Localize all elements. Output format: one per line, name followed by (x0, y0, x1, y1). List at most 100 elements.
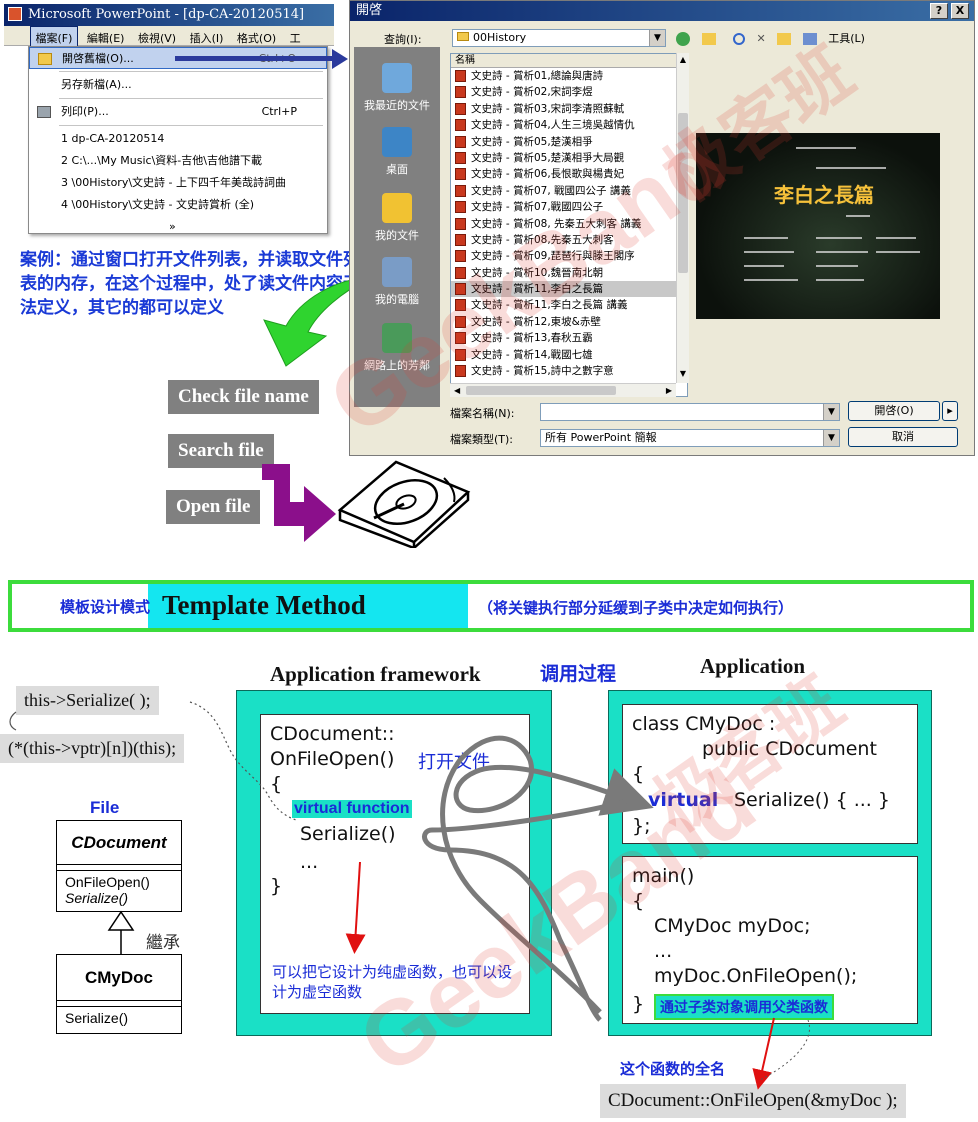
recent-file-label: 2 C:\...\My Music\資料-吉他\吉他譜下載 (61, 154, 262, 167)
menu-item-print-label: 列印(P)... (61, 105, 109, 118)
file-list-item[interactable]: 文史詩 - 賞析08,先秦五大刺客 (451, 232, 687, 248)
file-list-item[interactable]: 文史詩 - 賞析08, 先秦五大刺客 講義 (451, 216, 687, 232)
preview-text-line (816, 279, 864, 281)
filetype-select[interactable]: 所有 PowerPoint 簡報 ▼ (540, 429, 840, 447)
preview-text-line (876, 251, 920, 253)
scroll-left-icon[interactable]: ◀ (454, 386, 460, 395)
file-list-item[interactable]: 文史詩 - 賞析15,詩中之數字意 (451, 363, 687, 379)
powerpoint-title-bar: Microsoft PowerPoint - [dp-CA-20120514] (4, 4, 334, 26)
menu-separator (59, 125, 323, 126)
file-list-item[interactable]: 文史詩 - 賞析13,春秋五霸 (451, 330, 687, 346)
menu-item-recent-1[interactable]: 1 dp-CA-20120514 (29, 128, 327, 150)
printer-icon (37, 106, 51, 118)
search-web-icon[interactable] (733, 33, 745, 45)
close-button[interactable]: X (951, 3, 969, 19)
up-folder-icon[interactable] (701, 33, 716, 45)
new-folder-icon[interactable] (777, 33, 792, 45)
file-list-item[interactable]: 文史詩 - 賞析07,戰國四公子 (451, 199, 687, 215)
file-list-item[interactable]: 文史詩 - 賞析05,楚漢相爭大局觀 (451, 150, 687, 166)
file-list-item[interactable]: 文史詩 - 賞析10,魏晉南北朝 (451, 265, 687, 281)
tools-menu[interactable]: 工具(L) (828, 32, 865, 45)
file-list-item[interactable]: 文史詩 - 賞析01,總論與唐詩 (451, 68, 687, 84)
scroll-thumb[interactable] (678, 113, 688, 273)
delete-icon[interactable]: ✕ (757, 32, 766, 45)
preview-text-line (876, 237, 916, 239)
pointer-arrow-shaft (175, 56, 335, 61)
call-flow-overlay (9, 701, 810, 1090)
places-bar: 我最近的文件 桌面 我的文件 我的電腦 網路上的芳鄰 (354, 47, 440, 407)
help-button[interactable]: ? (930, 3, 948, 19)
cancel-button[interactable]: 取消 (848, 427, 958, 447)
place-label: 我最近的文件 (364, 99, 430, 112)
file-list-item[interactable]: 文史詩 - 賞析11,李白之長篇 講義 (451, 297, 687, 313)
powerpoint-file-icon (455, 119, 466, 132)
file-list-item[interactable]: 文史詩 - 賞析04,人生三境吳越情仇 (451, 117, 687, 133)
menu-item-print[interactable]: 列印(P)... Ctrl+P (29, 101, 327, 123)
menu-view[interactable]: 檢視(V) (133, 27, 181, 46)
red-arrow-framework (345, 861, 366, 954)
scroll-up-icon[interactable]: ▲ (678, 55, 688, 65)
preview-text-line (744, 251, 794, 253)
preview-text-line (744, 279, 798, 281)
file-name-label: 文史詩 - 賞析07, 戰國四公子 講義 (471, 184, 631, 197)
powerpoint-file-icon (455, 299, 466, 312)
banner-pattern-label: 模板设计模式 (60, 598, 151, 616)
menu-item-recent-3[interactable]: 3 \00History\文史詩 - 上下四千年美哉詩詞曲 (29, 172, 327, 194)
column-header-name[interactable]: 名稱 (451, 54, 687, 68)
powerpoint-file-icon (455, 135, 466, 148)
back-icon[interactable] (676, 32, 690, 46)
horizontal-scrollbar[interactable]: ◀ ▶ (450, 383, 676, 397)
place-label: 桌面 (386, 163, 408, 176)
file-list-item[interactable]: 文史詩 - 賞析05,楚漢相爭 (451, 134, 687, 150)
place-my-documents[interactable]: 我的文件 (354, 193, 440, 243)
place-recent[interactable]: 我最近的文件 (354, 63, 440, 113)
views-icon[interactable] (802, 33, 817, 45)
banner-title: Template Method (162, 590, 366, 620)
place-desktop[interactable]: 桌面 (354, 127, 440, 177)
open-button[interactable]: 開啓(O) (848, 401, 940, 421)
banner-description: （将关键执行部分延缓到子类中决定如何执行） (478, 599, 794, 617)
dotted-connector (189, 701, 297, 821)
chevron-down-icon: » (169, 220, 176, 233)
menu-tools[interactable]: 工 (285, 27, 306, 46)
filename-input[interactable]: ▼ (540, 403, 840, 421)
scroll-down-icon[interactable]: ▼ (678, 369, 688, 379)
file-list-item[interactable]: 文史詩 - 賞析09,琵琶行與滕王閣序 (451, 248, 687, 264)
file-list-item[interactable]: 文史詩 - 賞析02,宋詞李煜 (451, 84, 687, 100)
place-my-computer[interactable]: 我的電腦 (354, 257, 440, 307)
menu-edit[interactable]: 編輯(E) (82, 27, 130, 46)
menu-item-save-as[interactable]: 另存新檔(A)... (29, 74, 327, 96)
dialog-title: 開啓 (350, 1, 974, 21)
menu-item-recent-2[interactable]: 2 C:\...\My Music\資料-吉他\吉他譜下載 (29, 150, 327, 172)
file-list-item[interactable]: 文史詩 - 賞析03,宋詞李清照蘇軾 (451, 101, 687, 117)
file-list-item[interactable]: 文史詩 - 賞析14,戰國七雄 (451, 347, 687, 363)
file-name-label: 文史詩 - 賞析08,先秦五大刺客 (471, 233, 614, 246)
vertical-scrollbar[interactable]: ▲ ▼ (676, 53, 689, 383)
file-list-item[interactable]: 文史詩 - 賞析11,李白之長篇 (451, 281, 687, 298)
lookin-combo[interactable]: 00History ▼ (452, 29, 666, 47)
menu-format[interactable]: 格式(O) (232, 27, 281, 46)
file-name-label: 文史詩 - 賞析05,楚漢相爭大局觀 (471, 151, 625, 164)
file-name-label: 文史詩 - 賞析11,李白之長篇 講義 (471, 299, 628, 312)
menu-item-recent-4[interactable]: 4 \00History\文史詩 - 文史詩賞析 (全) (29, 194, 327, 216)
hscroll-thumb[interactable] (466, 386, 616, 395)
red-arrow-fullname (752, 1017, 775, 1090)
place-network[interactable]: 網路上的芳鄰 (354, 323, 440, 373)
powerpoint-menubar: 檔案(F) 編輯(E) 檢視(V) 插入(I) 格式(O) 工 (4, 26, 334, 47)
step-search-file: Search file (168, 434, 274, 468)
open-options-chevron[interactable]: ▸ (942, 401, 958, 421)
file-list-item[interactable]: 文史詩 - 賞析06,長恨歌與楊貴妃 (451, 166, 687, 182)
file-name-label: 文史詩 - 賞析12,東坡&赤壁 (471, 315, 601, 328)
lookin-value: 00History (473, 31, 527, 44)
preview-text-line (816, 265, 858, 267)
file-name-label: 文史詩 - 賞析13,春秋五霸 (471, 332, 593, 345)
menu-file[interactable]: 檔案(F) (29, 26, 79, 47)
powerpoint-file-icon (455, 201, 466, 214)
file-list-item[interactable]: 文史詩 - 賞析12,東坡&赤壁 (451, 314, 687, 330)
file-list-item[interactable]: 文史詩 - 賞析07, 戰國四公子 講義 (451, 183, 687, 199)
menu-expand-chevron[interactable]: » (29, 216, 327, 238)
purple-arrow (262, 464, 336, 542)
scroll-right-icon[interactable]: ▶ (666, 386, 672, 395)
menu-insert[interactable]: 插入(I) (185, 27, 229, 46)
place-label: 我的電腦 (375, 293, 419, 306)
